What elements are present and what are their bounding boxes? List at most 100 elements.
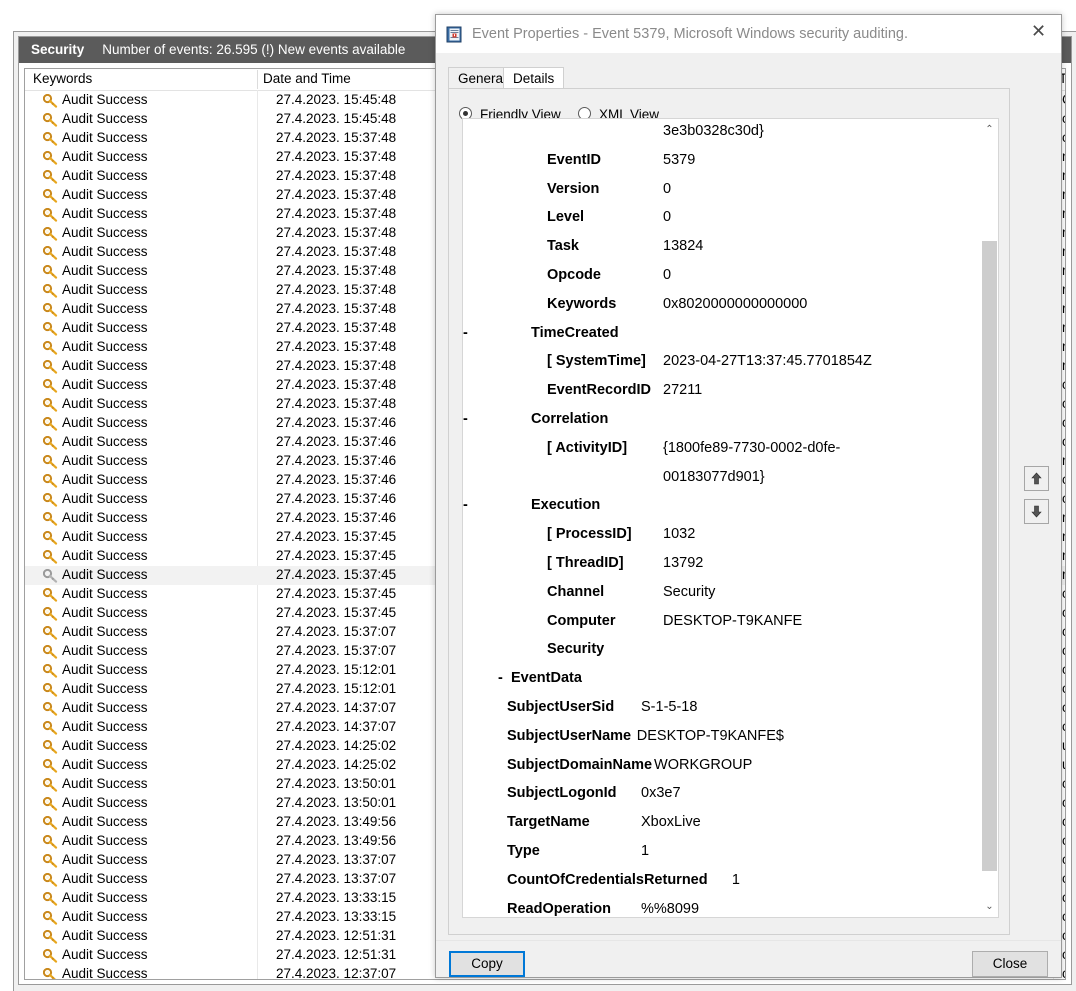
audit-success-key-icon xyxy=(42,587,58,602)
cell-task-category: cial xyxy=(1062,814,1065,829)
cell-keywords: Audit Success xyxy=(62,928,148,943)
cell-keywords: Audit Success xyxy=(62,586,148,601)
cell-task-category: urity xyxy=(1062,757,1065,772)
cell-task-category: r Ac xyxy=(1062,301,1065,316)
cell-keywords: Audit Success xyxy=(62,833,148,848)
detail-line: Version 0 xyxy=(463,177,973,206)
cell-task-category: r Ac xyxy=(1062,225,1065,240)
detail-line: [ ProcessID] 1032 xyxy=(463,522,973,551)
details-scrollbar[interactable]: ⌃ ⌄ xyxy=(981,119,998,917)
cell-task-category: r Ac xyxy=(1062,187,1065,202)
event-properties-dialog: Event Properties - Event 5379, Microsoft… xyxy=(435,14,1062,978)
cell-task-category: r Ac xyxy=(1062,529,1065,544)
cell-date-time: 27.4.2023. 15:37:48 xyxy=(276,168,397,183)
cell-task-category: on xyxy=(1062,681,1065,696)
audit-success-key-icon xyxy=(42,188,58,203)
cell-task-category: cial xyxy=(1062,890,1065,905)
dialog-titlebar[interactable]: Event Properties - Event 5379, Microsoft… xyxy=(436,15,1061,53)
cell-date-time: 27.4.2023. 15:37:45 xyxy=(276,548,397,563)
cell-task-category: cial xyxy=(1062,662,1065,677)
cell-date-time: 27.4.2023. 14:25:02 xyxy=(276,738,397,753)
detail-line-continuation: 00183077d901} xyxy=(463,465,973,494)
cell-task-category: cial xyxy=(1062,852,1065,867)
cell-task-category: on xyxy=(1062,947,1065,962)
detail-name: Keywords xyxy=(547,295,617,312)
cell-date-time: 27.4.2023. 15:12:01 xyxy=(276,681,397,696)
cell-task-category: r Ac xyxy=(1062,149,1065,164)
audit-success-key-icon xyxy=(42,207,58,222)
audit-success-key-icon xyxy=(42,340,58,355)
cell-keywords: Audit Success xyxy=(62,605,148,620)
cell-date-time: 27.4.2023. 15:37:48 xyxy=(276,320,397,335)
audit-success-key-icon xyxy=(42,302,58,317)
scroll-down-icon[interactable]: ⌄ xyxy=(981,898,998,915)
cell-keywords: Audit Success xyxy=(62,529,148,544)
arrow-down-icon xyxy=(1031,505,1042,518)
next-event-button[interactable] xyxy=(1024,499,1049,524)
detail-name: Task xyxy=(547,238,579,255)
column-header-date-and-time[interactable]: Date and Time xyxy=(263,71,351,86)
cell-date-time: 27.4.2023. 15:37:45 xyxy=(276,586,397,601)
cell-date-time: 27.4.2023. 13:50:01 xyxy=(276,795,397,810)
detail-value: 0x3e7 xyxy=(641,785,681,802)
detail-value: 5379 xyxy=(663,151,696,168)
detail-name: Security xyxy=(547,641,605,658)
cell-date-time: 27.4.2023. 15:37:48 xyxy=(276,377,397,392)
cell-keywords: Audit Success xyxy=(62,282,148,297)
cell-keywords: Audit Success xyxy=(62,396,148,411)
detail-value: S-1-5-18 xyxy=(641,698,698,715)
cell-date-time: 27.4.2023. 15:37:46 xyxy=(276,415,397,430)
close-icon[interactable]: ✕ xyxy=(1016,15,1061,47)
audit-success-key-icon xyxy=(42,245,58,260)
detail-value: 0 xyxy=(663,209,672,226)
copy-button[interactable]: Copy xyxy=(449,951,525,977)
cell-date-time: 27.4.2023. 15:37:07 xyxy=(276,643,397,658)
cell-date-time: 27.4.2023. 15:37:48 xyxy=(276,149,397,164)
audit-success-key-icon xyxy=(42,150,58,165)
previous-event-button[interactable] xyxy=(1024,466,1049,491)
detail-line: EventRecordID 27211 xyxy=(463,378,973,407)
cell-task-category: r Ac xyxy=(1062,510,1065,525)
cell-date-time: 27.4.2023. 15:37:48 xyxy=(276,339,397,354)
cell-date-time: 27.4.2023. 13:33:15 xyxy=(276,890,397,905)
detail-line: SubjectDomainName WORKGROUP xyxy=(463,753,973,782)
detail-line: Computer DESKTOP-T9KANFE xyxy=(463,609,973,638)
cell-date-time: 27.4.2023. 15:37:48 xyxy=(276,244,397,259)
cell-keywords: Audit Success xyxy=(62,415,148,430)
dialog-title: Event Properties - Event 5379, Microsoft… xyxy=(472,26,908,42)
cell-date-time: 27.4.2023. 15:45:48 xyxy=(276,111,397,126)
cell-date-time: 27.4.2023. 15:12:01 xyxy=(276,662,397,677)
log-status-text: Number of events: 26.595 (!) New events … xyxy=(102,42,406,57)
cell-keywords: Audit Success xyxy=(62,681,148,696)
detail-line: Task 13824 xyxy=(463,234,973,263)
column-divider[interactable] xyxy=(257,70,258,89)
detail-line: [ ActivityID] {1800fe89-7730-0002-d0fe- xyxy=(463,436,973,465)
detail-line: SubjectUserName DESKTOP-T9KANFE$ xyxy=(463,724,973,753)
details-content-box[interactable]: 3e3b0328c30d} EventID 5379 Version 0 Level 0 Ta… xyxy=(462,118,999,918)
detail-value: 0x8020000000000000 xyxy=(663,295,808,312)
cell-keywords: Audit Success xyxy=(62,719,148,734)
scroll-up-icon[interactable]: ⌃ xyxy=(981,121,998,138)
close-button[interactable]: Close xyxy=(972,951,1048,977)
scrollbar-thumb[interactable] xyxy=(982,241,997,871)
screen: Security Number of events: 26.595 (!) New… xyxy=(0,0,1076,991)
detail-value: 13792 xyxy=(663,554,704,571)
cell-task-category: cial xyxy=(1062,966,1065,979)
detail-line: Keywords 0x8020000000000000 xyxy=(463,292,973,321)
column-header-keywords[interactable]: Keywords xyxy=(33,71,92,86)
tab-details[interactable]: Details xyxy=(503,67,565,89)
cell-date-time: 27.4.2023. 15:37:46 xyxy=(276,434,397,449)
cell-date-time: 27.4.2023. 15:37:45 xyxy=(276,529,397,544)
cell-keywords: Audit Success xyxy=(62,92,148,107)
cell-keywords: Audit Success xyxy=(62,700,148,715)
cell-task-category: r Ac xyxy=(1062,548,1065,563)
collapse-toggle-icon[interactable]: - xyxy=(498,670,503,686)
cell-date-time: 27.4.2023. 14:25:02 xyxy=(276,757,397,772)
collapse-toggle-icon[interactable]: - xyxy=(463,497,468,513)
cell-task-category: r Ac xyxy=(1062,282,1065,297)
cell-keywords: Audit Success xyxy=(62,149,148,164)
collapse-toggle-icon[interactable]: - xyxy=(463,325,468,341)
collapse-toggle-icon[interactable]: - xyxy=(463,411,468,427)
cell-keywords: Audit Success xyxy=(62,206,148,221)
detail-name: [ ActivityID] xyxy=(547,439,628,456)
